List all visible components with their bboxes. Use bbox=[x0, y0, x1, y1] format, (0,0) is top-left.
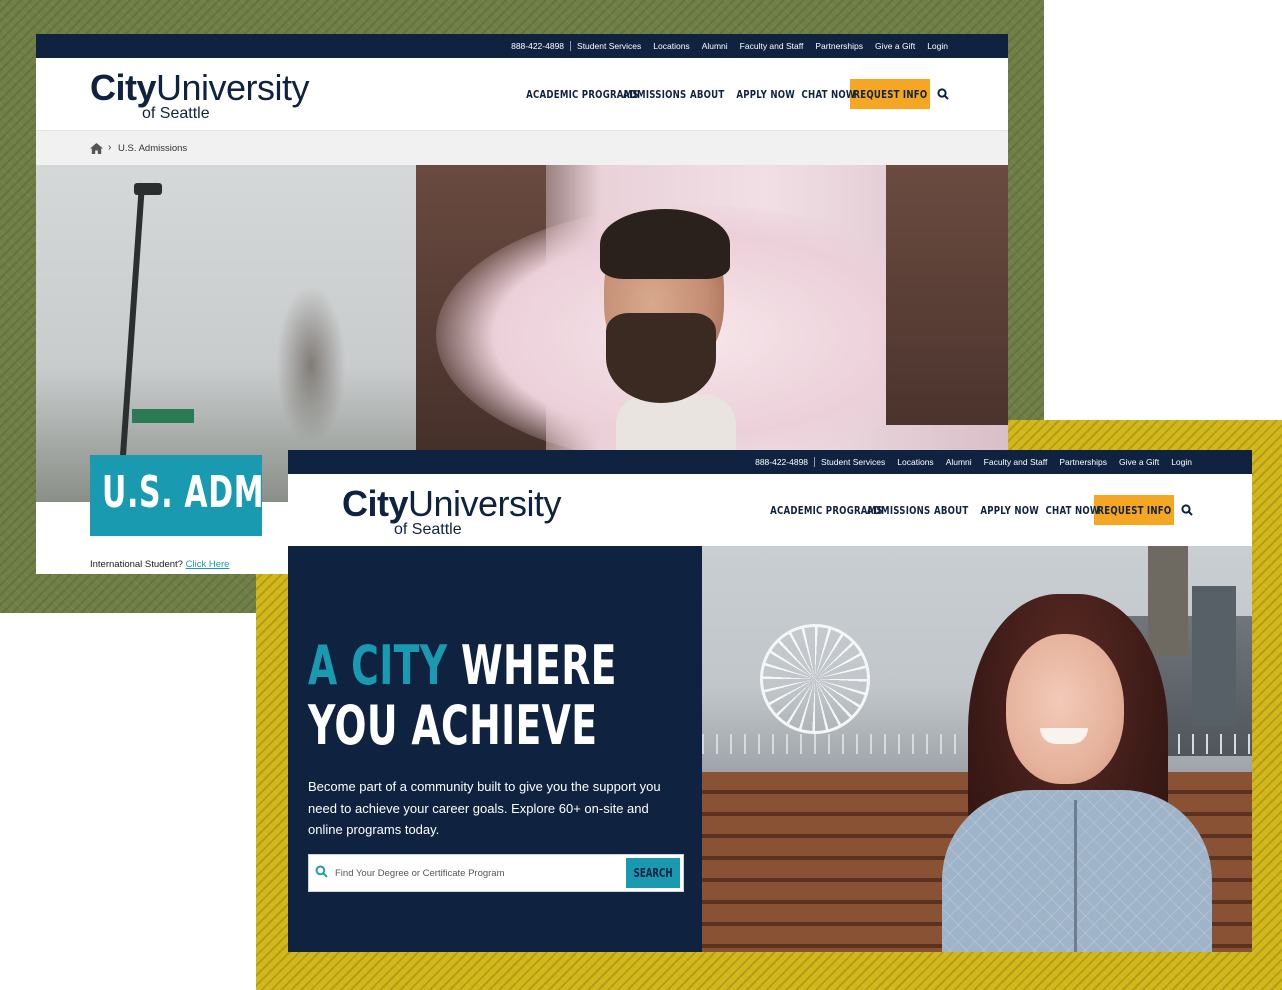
headline-white-2: YOU ACHIEVE bbox=[308, 694, 598, 757]
search-icon[interactable] bbox=[930, 79, 956, 109]
utility-partnerships-link[interactable]: Partnerships bbox=[809, 41, 869, 51]
intl-click-here-link[interactable]: Click Here bbox=[186, 559, 230, 570]
utility-alumni-link[interactable]: Alumni bbox=[940, 457, 978, 467]
utility-login-link[interactable]: Login bbox=[921, 41, 954, 51]
request-info-label: REQUEST INFO bbox=[853, 87, 927, 101]
request-info-button[interactable]: REQUEST INFO bbox=[850, 79, 930, 109]
utility-give-gift-link[interactable]: Give a Gift bbox=[1113, 457, 1165, 467]
logo-subtitle: of Seattle bbox=[142, 105, 210, 122]
request-info-label: REQUEST INFO bbox=[1097, 503, 1171, 517]
hero-image-woman-waterfront bbox=[702, 546, 1252, 952]
utility-partnerships-link[interactable]: Partnerships bbox=[1053, 457, 1113, 467]
page-title: U.S. ADMIS bbox=[102, 467, 262, 518]
breadcrumb-current: U.S. Admissions bbox=[118, 143, 188, 154]
home-icon[interactable] bbox=[90, 141, 103, 159]
utility-bar: 888-422-4898 Student Services Locations … bbox=[36, 34, 1008, 58]
search-button[interactable]: SEARCH bbox=[626, 858, 680, 888]
homepage-screenshot: 888-422-4898 Student Services Locations … bbox=[288, 450, 1252, 952]
request-info-button[interactable]: REQUEST INFO bbox=[1094, 495, 1174, 525]
program-search-form: SEARCH bbox=[308, 854, 684, 892]
breadcrumb: › U.S. Admissions bbox=[36, 131, 1008, 165]
utility-login-link[interactable]: Login bbox=[1165, 457, 1198, 467]
nav-apply-now[interactable]: APPLY NOW bbox=[736, 88, 794, 101]
headline-teal: A CITY bbox=[308, 634, 448, 697]
ferris-wheel bbox=[760, 624, 870, 734]
utility-bar: 888-422-4898 Student Services Locations … bbox=[288, 450, 1252, 474]
utility-phone-link[interactable]: 888-422-4898 bbox=[505, 41, 572, 51]
logo-university: University bbox=[156, 67, 310, 108]
nav-about[interactable]: ABOUT bbox=[934, 504, 968, 517]
page-title-box: U.S. ADMIS bbox=[90, 455, 262, 536]
utility-student-services-link[interactable]: Student Services bbox=[571, 41, 647, 51]
program-search-input[interactable] bbox=[333, 862, 637, 884]
nav-admissions[interactable]: ADMISSIONS bbox=[867, 504, 930, 517]
chevron-right-icon: › bbox=[108, 142, 112, 153]
logo-university: University bbox=[408, 483, 562, 524]
logo-city: City bbox=[342, 483, 409, 524]
search-magnifier-icon bbox=[315, 865, 328, 883]
utility-give-gift-link[interactable]: Give a Gift bbox=[869, 41, 921, 51]
logo-subtitle: of Seattle bbox=[394, 521, 462, 538]
utility-phone-link[interactable]: 888-422-4898 bbox=[749, 457, 816, 467]
search-button-label: SEARCH bbox=[633, 866, 673, 880]
utility-faculty-staff-link[interactable]: Faculty and Staff bbox=[978, 457, 1054, 467]
utility-locations-link[interactable]: Locations bbox=[891, 457, 939, 467]
headline-white-1: WHERE bbox=[461, 634, 617, 697]
logo-city: City bbox=[90, 67, 157, 108]
search-icon[interactable] bbox=[1174, 495, 1200, 525]
nav-academic-programs[interactable]: ACADEMIC PROGRAMS bbox=[770, 504, 883, 517]
primary-nav-links: ACADEMIC PROGRAMS ADMISSIONS ABOUT APPLY… bbox=[756, 495, 1200, 525]
nav-apply-now[interactable]: APPLY NOW bbox=[980, 504, 1038, 517]
site-logo[interactable]: CityUniversity of Seattle bbox=[90, 67, 310, 122]
hero-headline: A CITY WHERE YOU ACHIEVE bbox=[308, 636, 617, 756]
main-navigation: CityUniversity of Seattle ACADEMIC PROGR… bbox=[288, 474, 1252, 547]
nav-chat-now[interactable]: CHAT NOW bbox=[1046, 504, 1100, 517]
nav-admissions[interactable]: ADMISSIONS bbox=[623, 88, 686, 101]
international-student-note: International Student? Click Here bbox=[90, 559, 229, 570]
utility-student-services-link[interactable]: Student Services bbox=[815, 457, 891, 467]
intl-text: International Student? bbox=[90, 559, 183, 570]
nav-academic-programs[interactable]: ACADEMIC PROGRAMS bbox=[526, 88, 639, 101]
hero-subtext: Become part of a community built to give… bbox=[308, 779, 661, 837]
site-logo[interactable]: CityUniversity of Seattle bbox=[342, 483, 562, 538]
utility-faculty-staff-link[interactable]: Faculty and Staff bbox=[734, 41, 810, 51]
primary-nav-links: ACADEMIC PROGRAMS ADMISSIONS ABOUT APPLY… bbox=[512, 79, 956, 109]
utility-locations-link[interactable]: Locations bbox=[647, 41, 695, 51]
hero-section: A CITY WHERE YOU ACHIEVE Become part of … bbox=[288, 546, 1252, 952]
utility-alumni-link[interactable]: Alumni bbox=[696, 41, 734, 51]
main-navigation: CityUniversity of Seattle ACADEMIC PROGR… bbox=[36, 58, 1008, 131]
hero-text-panel: A CITY WHERE YOU ACHIEVE Become part of … bbox=[288, 546, 702, 952]
nav-chat-now[interactable]: CHAT NOW bbox=[802, 88, 856, 101]
nav-about[interactable]: ABOUT bbox=[690, 88, 724, 101]
